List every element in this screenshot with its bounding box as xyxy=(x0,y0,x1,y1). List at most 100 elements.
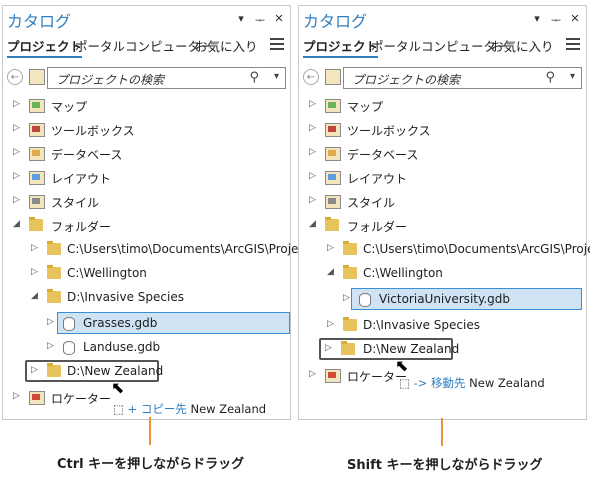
expand-icon[interactable]: ▷ xyxy=(309,147,316,157)
tab-favorites[interactable]: お気に入り xyxy=(491,36,554,55)
expand-icon[interactable]: ▷ xyxy=(13,99,20,109)
expand-icon[interactable]: ▷ xyxy=(309,171,316,181)
collapse-icon[interactable]: ◢ xyxy=(327,267,334,277)
tree-item-landuse[interactable]: ▷ Landuse.gdb xyxy=(3,336,290,360)
tree-item-label: マップ xyxy=(347,100,384,114)
tree-item-folders[interactable]: ◢ フォルダー xyxy=(299,214,586,238)
expand-icon[interactable]: ▷ xyxy=(13,391,20,401)
expand-icon[interactable]: ▷ xyxy=(31,243,38,253)
tab-project[interactable]: プロジェクト xyxy=(303,36,379,58)
back-icon[interactable]: ← xyxy=(7,69,23,85)
tree-item-label: C:\Wellington xyxy=(67,266,147,280)
tree-item-layouts[interactable]: ▷ レイアウト xyxy=(299,166,586,190)
tree-item-label: D:\New Zealand xyxy=(363,342,460,356)
close-icon[interactable]: ✕ xyxy=(274,12,284,28)
tree-item-folder-nz[interactable]: ▷ D:\New Zealand xyxy=(3,360,290,384)
tree-item-styles[interactable]: ▷ スタイル xyxy=(299,190,586,214)
drag-cursor-icon: ⬉ xyxy=(395,356,409,375)
expand-icon[interactable]: ▷ xyxy=(325,343,332,353)
tree-item-label: ツールボックス xyxy=(51,124,135,138)
collapse-icon[interactable]: ◢ xyxy=(309,219,316,229)
tab-portal[interactable]: ポータル xyxy=(75,36,125,55)
tree-item-grasses[interactable]: ▷ Grasses.gdb xyxy=(3,312,290,336)
pin-icon[interactable]: ᅮ xyxy=(551,12,561,28)
home-folder-icon xyxy=(47,241,61,255)
search-icon[interactable]: ⚲ xyxy=(545,70,555,85)
locator-icon xyxy=(325,369,341,383)
expand-icon[interactable]: ▷ xyxy=(47,317,54,327)
tree-item-label: C:\Users\timo\Documents\ArcGIS\Projec xyxy=(67,242,306,256)
tree-item-toolboxes[interactable]: ▷ ツールボックス xyxy=(3,118,290,142)
folder-icon xyxy=(29,217,43,231)
expand-icon[interactable]: ▷ xyxy=(309,99,316,109)
tree-item-label: C:\Wellington xyxy=(363,266,443,280)
search-icon[interactable]: ⚲ xyxy=(249,70,259,85)
expand-icon[interactable]: ▷ xyxy=(13,147,20,157)
tab-portal[interactable]: ポータル xyxy=(371,36,421,55)
tab-favorites[interactable]: お気に入り xyxy=(195,36,258,55)
tree-item-folder-wellington[interactable]: ◢ C:\Wellington xyxy=(299,262,586,286)
tree-item-layouts[interactable]: ▷ レイアウト xyxy=(3,166,290,190)
search-input[interactable]: プロジェクトの検索 ⚲ ▾ xyxy=(47,67,286,89)
expand-icon[interactable]: ▷ xyxy=(309,369,316,379)
catalog-tabs: プロジェクト ポータル コンピューター お気に入り xyxy=(7,36,286,58)
tree-item-label: スタイル xyxy=(51,196,100,210)
expand-icon[interactable]: ▷ xyxy=(343,293,350,303)
tree-item-victoria[interactable]: ▷ VictoriaUniversity.gdb xyxy=(299,288,586,312)
back-icon[interactable]: ← xyxy=(303,69,319,85)
tree-item-folders[interactable]: ◢ フォルダー xyxy=(3,214,290,238)
tree-item-folder-wellington[interactable]: ▷ C:\Wellington xyxy=(3,262,290,286)
home-icon[interactable] xyxy=(325,69,341,85)
tree-item-databases[interactable]: ▷ データベース xyxy=(3,142,290,166)
expand-icon[interactable]: ▷ xyxy=(309,195,316,205)
tree-item-folder-arcgis[interactable]: ▷ C:\Users\timo\Documents\ArcGIS\Projec xyxy=(299,238,590,262)
expand-icon[interactable]: ▷ xyxy=(327,319,334,329)
drop-hint: ⬚ -> 移動先 New Zealand xyxy=(399,375,545,391)
tree-item-folder-invasive[interactable]: ◢ D:\Invasive Species xyxy=(3,286,290,310)
folder-icon xyxy=(343,265,357,279)
expand-icon[interactable]: ▷ xyxy=(13,195,20,205)
chevron-down-icon[interactable]: ▾ xyxy=(570,71,575,82)
panel-titlebar: カタログ ▾ ᅮ ✕ xyxy=(299,6,586,32)
tree-item-label: フォルダー xyxy=(347,220,408,234)
tree-item-folder-invasive[interactable]: ▷ D:\Invasive Species xyxy=(299,314,586,338)
locator-icon xyxy=(29,391,45,405)
close-icon[interactable]: ✕ xyxy=(570,12,580,28)
chevron-down-icon[interactable]: ▾ xyxy=(236,12,246,28)
callout-line-ctrl xyxy=(149,417,151,445)
collapse-icon[interactable]: ◢ xyxy=(13,219,20,229)
search-input[interactable]: プロジェクトの検索 ⚲ ▾ xyxy=(343,67,582,89)
expand-icon[interactable]: ▷ xyxy=(31,267,38,277)
caption-shift: Shift キーを押しながらドラッグ xyxy=(347,458,543,473)
tree-item-toolboxes[interactable]: ▷ ツールボックス xyxy=(299,118,586,142)
tree-item-databases[interactable]: ▷ データベース xyxy=(299,142,586,166)
expand-icon[interactable]: ▷ xyxy=(13,123,20,133)
layout-icon xyxy=(325,171,341,185)
tree-item-styles[interactable]: ▷ スタイル xyxy=(3,190,290,214)
tree-item-folder-arcgis[interactable]: ▷ C:\Users\timo\Documents\ArcGIS\Projec xyxy=(3,238,305,262)
geodatabase-icon xyxy=(359,293,371,307)
folder-icon xyxy=(343,317,357,331)
expand-icon[interactable]: ▷ xyxy=(327,243,334,253)
menu-icon[interactable] xyxy=(270,38,284,53)
style-icon xyxy=(325,195,341,209)
tree-item-label: ツールボックス xyxy=(347,124,431,138)
tree-item-maps[interactable]: ▷ マップ xyxy=(3,94,290,118)
tree-item-folder-nz[interactable]: ▷ D:\New Zealand xyxy=(299,338,586,362)
tree-item-label: ロケーター xyxy=(51,392,112,406)
tab-project[interactable]: プロジェクト xyxy=(7,36,83,58)
folder-icon xyxy=(47,363,61,377)
search-placeholder: プロジェクトの検索 xyxy=(56,73,165,87)
chevron-down-icon[interactable]: ▾ xyxy=(274,71,279,82)
pin-icon[interactable]: ᅮ xyxy=(255,12,265,28)
panel-title: カタログ xyxy=(7,12,72,31)
expand-icon[interactable]: ▷ xyxy=(31,365,38,375)
menu-icon[interactable] xyxy=(566,38,580,53)
collapse-icon[interactable]: ◢ xyxy=(31,291,38,301)
expand-icon[interactable]: ▷ xyxy=(47,341,54,351)
home-icon[interactable] xyxy=(29,69,45,85)
chevron-down-icon[interactable]: ▾ xyxy=(532,12,542,28)
expand-icon[interactable]: ▷ xyxy=(13,171,20,181)
tree-item-maps[interactable]: ▷ マップ xyxy=(299,94,586,118)
expand-icon[interactable]: ▷ xyxy=(309,123,316,133)
